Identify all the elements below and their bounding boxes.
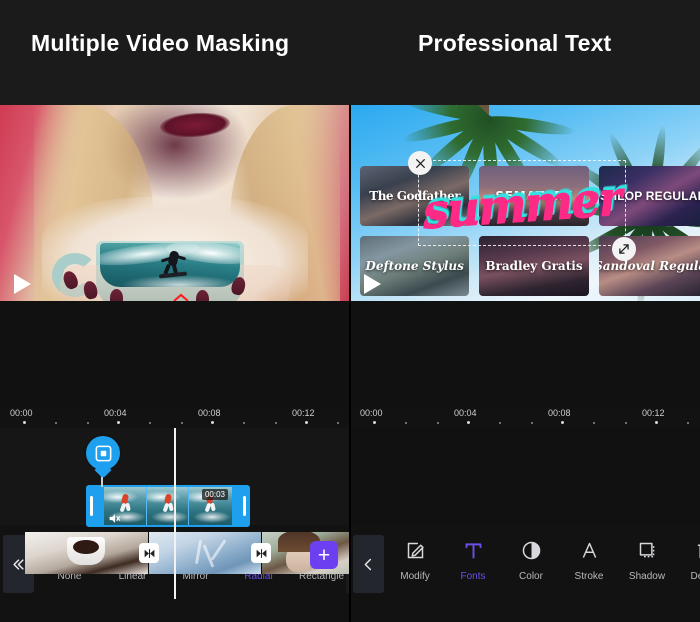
header-title-left: Multiple Video Masking (31, 30, 290, 56)
mute-icon[interactable] (108, 512, 121, 525)
pane-divider (349, 105, 351, 622)
font-card-label: Deftone Stylus (365, 259, 464, 273)
text-tool-modify[interactable]: Modify (386, 535, 444, 593)
ruler-label: 00:04 (104, 408, 127, 418)
stroke-a-icon (579, 535, 600, 565)
text-tool-shadow[interactable]: Shadow (618, 535, 676, 593)
app-screenshot: Multiple Video Masking Professional Text (0, 0, 700, 622)
timeline-ruler-left[interactable]: 00:00 00:04 00:08 00:12 (0, 406, 350, 428)
text-tool-label: Modify (400, 571, 430, 582)
close-icon[interactable] (408, 151, 432, 175)
transition-icon[interactable] (139, 543, 159, 563)
resize-handle-icon[interactable] (612, 237, 636, 261)
clip-trim-handle-right[interactable] (243, 496, 246, 516)
ruler-label: 00:08 (198, 408, 221, 418)
timeline-clip-1[interactable] (25, 532, 149, 574)
font-card-label: Sandoval Regular (598, 259, 700, 273)
text-tool-fonts[interactable]: Fonts (444, 535, 502, 593)
text-tool-label: Delete (690, 571, 700, 582)
edit-pencil-icon (405, 535, 426, 565)
timeline-ruler-right[interactable]: 00:00 00:04 00:08 00:12 (350, 406, 700, 428)
shadow-square-icon (637, 535, 658, 565)
ruler-label: 00:00 (360, 408, 383, 418)
clip-trim-handle-left[interactable] (90, 496, 93, 516)
play-icon[interactable] (362, 273, 382, 295)
timeline-clip-2[interactable] (149, 532, 262, 574)
chevron-left-icon[interactable] (353, 535, 384, 593)
trash-icon (695, 535, 700, 565)
timeline-track-main[interactable] (25, 532, 350, 574)
text-tool-color[interactable]: Color (502, 535, 560, 593)
playhead[interactable] (174, 428, 176, 599)
ruler-label: 00:08 (548, 408, 571, 418)
play-icon[interactable] (12, 273, 32, 295)
right-pane: summer 00:00 00:04 00:08 00:12 The Godfa… (350, 105, 700, 622)
ruler-label: 00:00 (10, 408, 33, 418)
masked-surf-video (100, 243, 240, 287)
video-frame-mug (0, 105, 350, 301)
text-tool-label: Color (519, 571, 543, 582)
clip-duration-badge: 00:03 (201, 489, 228, 500)
ruler-label: 00:12 (642, 408, 665, 418)
chevron-up-icon[interactable] (171, 292, 191, 301)
text-tool-stroke[interactable]: Stroke (560, 535, 618, 593)
video-preview-left[interactable] (0, 105, 350, 301)
ruler-label: 00:04 (454, 408, 477, 418)
header: Multiple Video Masking Professional Text (0, 0, 700, 105)
transition-icon[interactable] (251, 543, 271, 563)
text-toolbar: Modify Fonts Color Stroke Shadow D (350, 525, 700, 622)
left-pane: 00:00 00:04 00:08 00:12 00:03 + None Lin… (0, 105, 350, 622)
text-tool-label: Stroke (574, 571, 604, 582)
text-tool-label: Fonts (460, 571, 486, 582)
header-title-right: Professional Text (418, 30, 612, 56)
font-card-label: Bradley Gratis (485, 259, 583, 273)
add-clip-button[interactable]: + (310, 541, 338, 569)
text-tool-label: Shadow (628, 571, 666, 582)
text-t-icon (463, 535, 484, 565)
ruler-label: 00:12 (292, 408, 315, 418)
text-tool-delete[interactable]: Delete (676, 535, 700, 593)
selected-video-clip[interactable]: 00:03 (86, 485, 250, 527)
mask-badge-icon[interactable] (86, 436, 120, 470)
overlay-text[interactable]: summer (419, 156, 624, 252)
color-contrast-icon (521, 535, 542, 565)
